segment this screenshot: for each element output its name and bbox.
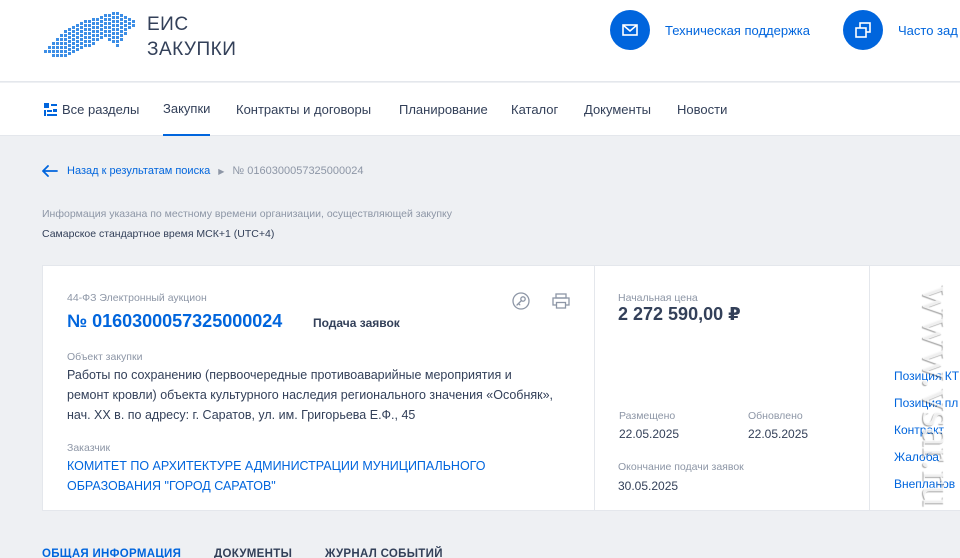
logo-text: ЕИС ЗАКУПКИ [147, 12, 236, 62]
logo-line-1: ЕИС [147, 14, 189, 35]
faq-label: Часто зад [898, 22, 958, 38]
purchase-number-link[interactable]: № 0160300057325000024 [67, 311, 282, 332]
tech-support-label: Техническая поддержка [665, 22, 810, 38]
back-arrow-icon[interactable] [42, 165, 58, 177]
purchase-law-type: 44-ФЗ Электронный аукцион [67, 292, 207, 304]
purchase-card: 44-ФЗ Электронный аукцион № 016030005732… [42, 265, 960, 511]
faq-button[interactable]: Часто зад [843, 10, 958, 50]
purchase-main-info: 44-ФЗ Электронный аукцион № 016030005732… [43, 266, 595, 510]
nav-purchases[interactable]: Закупки [163, 83, 211, 136]
price-value: 2 272 590,00 ₽ [618, 304, 741, 324]
watermark-text: www.vsar.ru [918, 284, 958, 507]
nav-planning[interactable]: Планирование [399, 83, 488, 136]
object-label: Объект закупки [67, 351, 143, 363]
logo-line-2: ЗАКУПКИ [147, 39, 237, 60]
tab-general-info[interactable]: ОБЩАЯ ИНФОРМАЦИЯ [42, 548, 181, 558]
tab-documents[interactable]: ДОКУМЕНТЫ [214, 548, 292, 558]
updated-date: 22.05.2025 [748, 427, 809, 441]
placed-date: 22.05.2025 [619, 427, 680, 441]
eis-logo[interactable]: ЕИС ЗАКУПКИ [42, 8, 252, 68]
timezone-note: Информация указана по местному времени о… [42, 208, 453, 220]
watermark: www.vsar.ru [918, 210, 958, 558]
deadline-label: Окончание подачи заявок [618, 461, 744, 473]
breadcrumb-current: № 0160300057325000024 [232, 165, 364, 177]
timezone-value: Самарское стандартное время МСК+1 (UTC+4… [42, 228, 275, 240]
nav-all-sections-label: Все разделы [62, 102, 140, 117]
price-label: Начальная цена [618, 292, 698, 304]
russia-map-logo [44, 12, 135, 57]
purchase-stage: Подача заявок [313, 316, 400, 330]
windows-icon [843, 10, 883, 50]
purchase-price-info: Начальная цена 2 272 590,00 ₽ Размещено … [595, 266, 870, 510]
main-nav: Все разделы Закупки Контракты и договоры… [0, 83, 960, 136]
nav-documents[interactable]: Документы [584, 83, 651, 136]
nav-catalog[interactable]: Каталог [511, 83, 558, 136]
object-text: Работы по сохранению (первоочередные про… [67, 368, 554, 422]
breadcrumb-separator-icon: ▶ [218, 166, 225, 176]
nav-all-sections[interactable]: Все разделы [44, 83, 139, 136]
key-icon[interactable] [511, 291, 531, 311]
customer-label: Заказчик [67, 442, 111, 454]
placed-label: Размещено [619, 410, 676, 422]
nav-contracts[interactable]: Контракты и договоры [236, 83, 371, 136]
nav-news[interactable]: Новости [677, 83, 727, 136]
updated-label: Обновлено [748, 410, 803, 422]
top-header: ЕИС ЗАКУПКИ Техническая поддержка Часто … [0, 0, 960, 82]
back-to-results-link[interactable]: Назад к результатам поиска [67, 165, 210, 177]
deadline-date: 30.05.2025 [618, 479, 679, 493]
breadcrumb: Назад к результатам поиска ▶ № 016030005… [42, 161, 364, 181]
customer-link[interactable]: КОМИТЕТ ПО АРХИТЕКТУРЕ АДМИНИСТРАЦИИ МУН… [67, 456, 557, 496]
tab-event-log[interactable]: ЖУРНАЛ СОБЫТИЙ [325, 548, 443, 558]
tech-support-button[interactable]: Техническая поддержка [610, 10, 810, 50]
print-icon[interactable] [551, 291, 571, 311]
sections-icon [44, 103, 57, 116]
envelope-icon [610, 10, 650, 50]
